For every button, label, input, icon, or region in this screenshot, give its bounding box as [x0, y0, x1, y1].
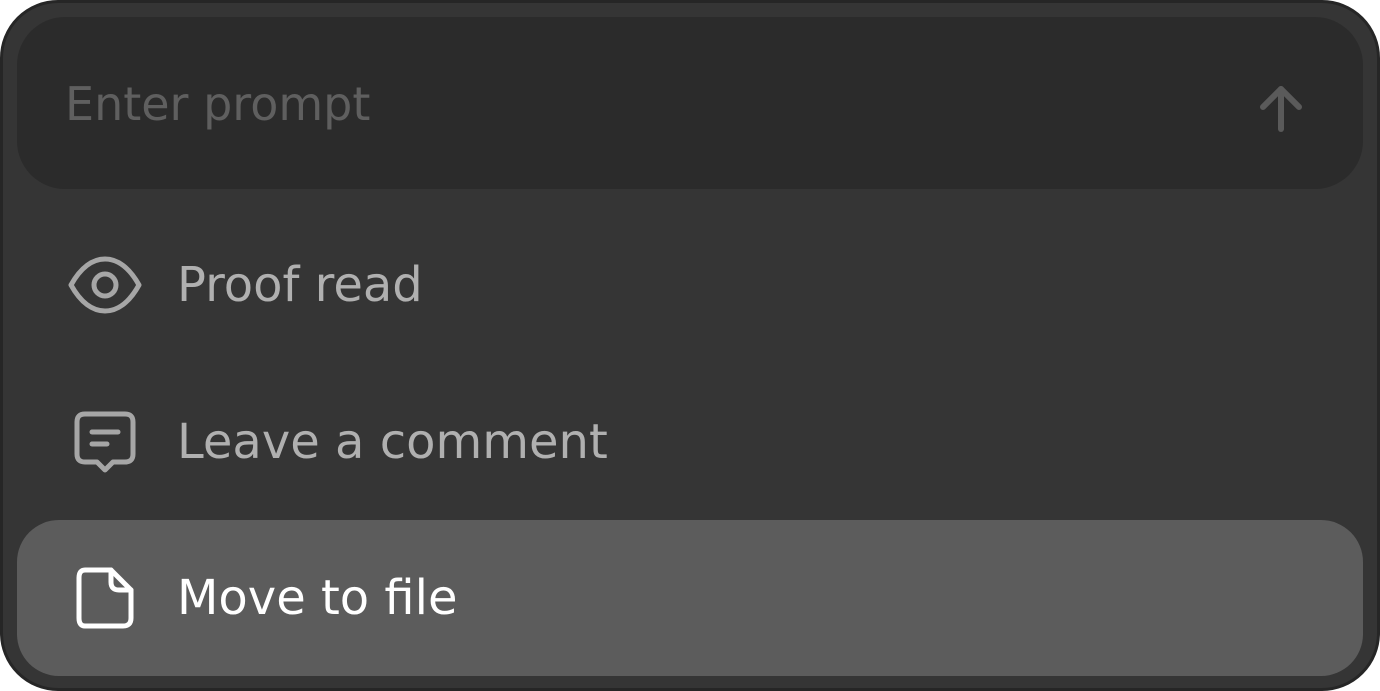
arrow-up-icon	[1253, 81, 1309, 137]
menu-item-label: Proof read	[177, 257, 423, 313]
eye-icon	[67, 251, 143, 319]
menu-item-label: Leave a comment	[177, 414, 608, 470]
menu-item-proof-read[interactable]: Proof read	[17, 207, 1363, 363]
prompt-input[interactable]	[65, 61, 1225, 147]
prompt-menu-panel: Proof read Leave a comment Move to file	[0, 0, 1380, 691]
prompt-box	[17, 17, 1363, 189]
file-icon	[67, 564, 143, 632]
comment-icon	[67, 408, 143, 476]
menu-item-leave-comment[interactable]: Leave a comment	[17, 364, 1363, 520]
menu-item-move-to-file[interactable]: Move to file	[17, 520, 1363, 676]
menu-item-label: Move to file	[177, 570, 458, 626]
submit-button[interactable]	[1245, 73, 1317, 145]
